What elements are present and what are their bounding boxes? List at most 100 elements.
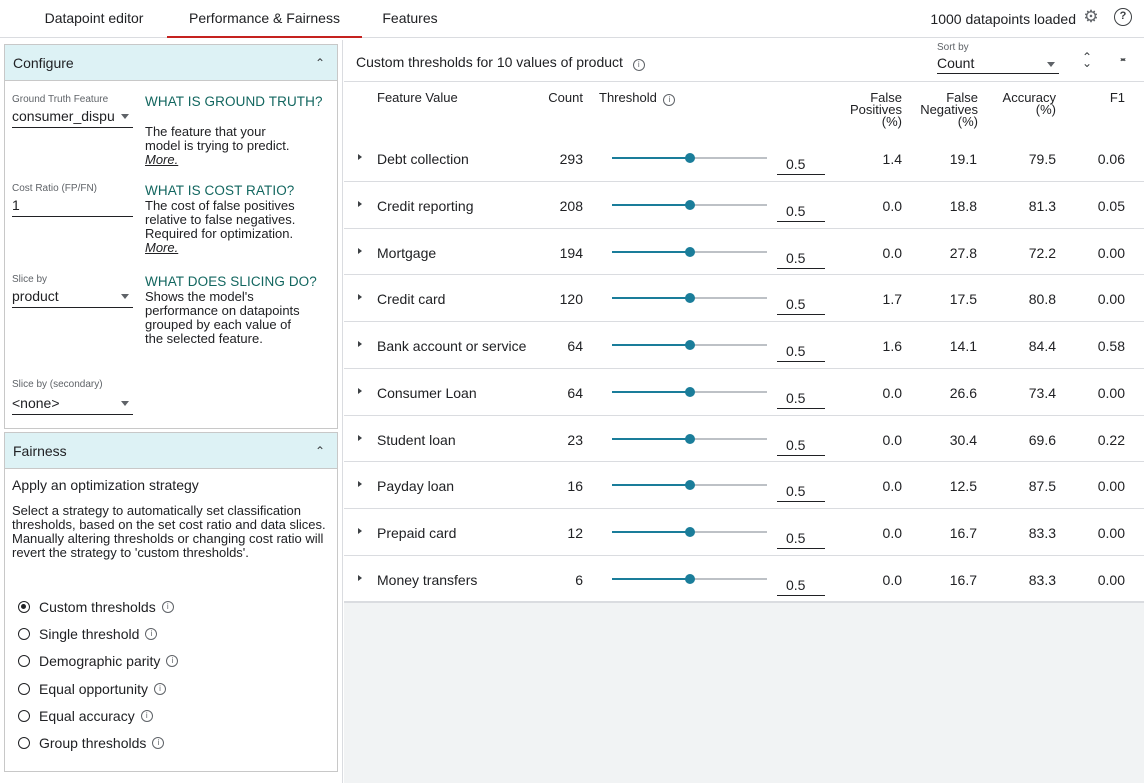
threshold-input[interactable]: 0.5 [777, 388, 825, 409]
header-accuracy[interactable]: Accuracy (%) [984, 91, 1056, 116]
table-row[interactable]: Mortgage 194 0.5 0.0 27.8 72.2 0.00 [344, 229, 1144, 276]
strategy-equal-accuracy[interactable]: Equal accuracy i [18, 706, 153, 726]
table-row[interactable]: Student loan 23 0.5 0.0 30.4 69.6 0.22 [344, 416, 1144, 463]
expand-row-icon[interactable] [358, 387, 362, 394]
fairness-header[interactable]: Fairness ⌃ [5, 433, 337, 469]
expand-row-icon[interactable] [358, 200, 362, 207]
strategy-demographic-parity[interactable]: Demographic parity i [18, 651, 179, 671]
threshold-input[interactable]: 0.5 [777, 154, 825, 175]
configure-header[interactable]: Configure ⌃ [5, 45, 337, 81]
strategy-equal-opportunity[interactable]: Equal opportunity i [18, 679, 166, 699]
expand-row-icon[interactable] [358, 341, 362, 347]
info-icon[interactable]: i [161, 601, 174, 613]
threshold-input[interactable]: 0.5 [777, 248, 825, 269]
threshold-slider[interactable] [612, 246, 767, 257]
threshold-slider[interactable] [612, 433, 767, 444]
expand-row-icon[interactable] [358, 154, 362, 160]
threshold-slider[interactable] [612, 480, 767, 491]
radio-icon[interactable] [18, 683, 30, 695]
expand-row-icon[interactable] [358, 434, 362, 441]
collapse-all-icon[interactable]: ⌄ ⌃ [1117, 51, 1129, 69]
slice-secondary-value: <none> [12, 395, 60, 411]
threshold-slider-handle[interactable] [684, 340, 695, 350]
threshold-slider-handle[interactable] [684, 386, 695, 397]
threshold-input[interactable]: 0.5 [777, 575, 825, 596]
info-icon[interactable]: i [152, 737, 165, 749]
tab-datapoint-editor[interactable]: Datapoint editor [20, 0, 168, 38]
header-false-positives[interactable]: False Positives (%) [822, 91, 902, 128]
info-icon[interactable]: i [663, 94, 676, 106]
radio-icon[interactable] [18, 737, 30, 749]
threshold-input[interactable]: 0.5 [777, 341, 825, 362]
radio-selected-icon[interactable] [18, 601, 30, 613]
expand-row-icon[interactable] [358, 574, 362, 581]
expand-row-icon[interactable] [358, 481, 362, 488]
threshold-slider[interactable] [612, 153, 767, 163]
info-icon[interactable]: i [632, 59, 645, 71]
threshold-input[interactable]: 0.5 [777, 481, 825, 503]
header-threshold[interactable]: Threshold i [599, 91, 676, 106]
table-row[interactable]: Credit reporting 208 0.5 0.0 18.8 81.3 0.05 [344, 182, 1144, 229]
header-feature-value[interactable]: Feature Value [377, 91, 458, 104]
threshold-input[interactable]: 0.5 [777, 201, 825, 222]
sort-by-select[interactable]: Count [937, 54, 1059, 74]
threshold-slider-handle[interactable] [684, 527, 695, 537]
header-f1[interactable]: F1 [1089, 91, 1125, 104]
threshold-slider-handle[interactable] [684, 573, 695, 584]
strategy-group-thresholds[interactable]: Group thresholds i [18, 733, 165, 753]
ground-truth-select[interactable]: consumer_dispu [12, 106, 133, 128]
threshold-slider[interactable] [612, 293, 767, 304]
table-row[interactable]: Credit card 120 0.5 1.7 17.5 80.8 0.00 [344, 275, 1144, 323]
expand-all-icon[interactable]: ⌃ ⌄ [1081, 51, 1093, 69]
threshold-slider-handle[interactable] [684, 433, 695, 444]
radio-icon[interactable] [18, 655, 30, 667]
header-false-negatives[interactable]: False Negatives (%) [904, 91, 978, 128]
threshold-input[interactable]: 0.5 [777, 435, 825, 456]
threshold-slider-handle[interactable] [684, 480, 695, 491]
table-row[interactable]: Bank account or service 64 0.5 1.6 14.1 84.4 0… [344, 322, 1144, 369]
thresholds-table: Custom thresholds for 10 values of produ… [344, 40, 1144, 603]
radio-icon[interactable] [18, 710, 30, 722]
strategy-label: Custom thresholds [39, 599, 156, 615]
accuracy-value: 83.3 [1028, 571, 1056, 588]
threshold-slider[interactable] [612, 386, 767, 397]
tab-features[interactable]: Features [362, 0, 458, 38]
gear-icon[interactable]: ⚙ [1082, 8, 1100, 26]
threshold-slider-handle[interactable] [684, 246, 695, 257]
table-row[interactable]: Payday loan 16 0.5 0.0 12.5 87.5 0.00 [344, 462, 1144, 510]
info-icon[interactable]: i [166, 655, 179, 667]
info-icon[interactable]: i [140, 710, 153, 722]
expand-row-icon[interactable] [358, 294, 362, 301]
expand-row-icon[interactable] [358, 528, 362, 534]
table-row[interactable]: Money transfers 6 0.5 0.0 16.7 83.3 0.00 [344, 556, 1144, 603]
chevron-up-icon[interactable]: ⌃ [315, 45, 325, 81]
threshold-slider[interactable] [612, 573, 767, 584]
strategy-single-threshold[interactable]: Single threshold i [18, 624, 158, 644]
threshold-slider-handle[interactable] [684, 199, 695, 210]
table-row[interactable]: Consumer Loan 64 0.5 0.0 26.6 73.4 0.00 [344, 369, 1144, 416]
info-icon[interactable]: i [153, 683, 166, 695]
cost-ratio-input[interactable]: 1 [12, 195, 133, 217]
threshold-slider[interactable] [612, 199, 767, 210]
threshold-input[interactable]: 0.5 [777, 528, 825, 549]
radio-icon[interactable] [18, 628, 30, 640]
threshold-slider-handle[interactable] [684, 293, 695, 304]
slice-secondary-select[interactable]: <none> [12, 393, 133, 415]
ground-truth-more-link[interactable]: More. [145, 152, 178, 167]
table-row[interactable]: Debt collection 293 0.5 1.4 19.1 79.5 0.06 [344, 135, 1144, 182]
expand-row-icon[interactable] [358, 247, 362, 254]
slice-by-select[interactable]: product [12, 286, 133, 308]
strategy-custom-thresholds[interactable]: Custom thresholds i [18, 597, 174, 617]
chevron-up-icon[interactable]: ⌃ [315, 433, 325, 469]
threshold-slider[interactable] [612, 340, 767, 350]
info-icon[interactable]: i [145, 628, 158, 640]
table-row[interactable]: Prepaid card 12 0.5 0.0 16.7 83.3 0.00 [344, 509, 1144, 556]
cost-ratio-help-title: WHAT IS COST RATIO? [145, 183, 295, 198]
threshold-input[interactable]: 0.5 [777, 294, 825, 316]
cost-ratio-more-link[interactable]: More. [145, 240, 178, 255]
threshold-slider-handle[interactable] [684, 153, 695, 163]
header-count[interactable]: Count [534, 91, 583, 104]
threshold-slider[interactable] [612, 527, 767, 537]
help-icon[interactable]: ? [1114, 8, 1132, 26]
tab-performance-fairness[interactable]: Performance & Fairness [167, 0, 362, 38]
